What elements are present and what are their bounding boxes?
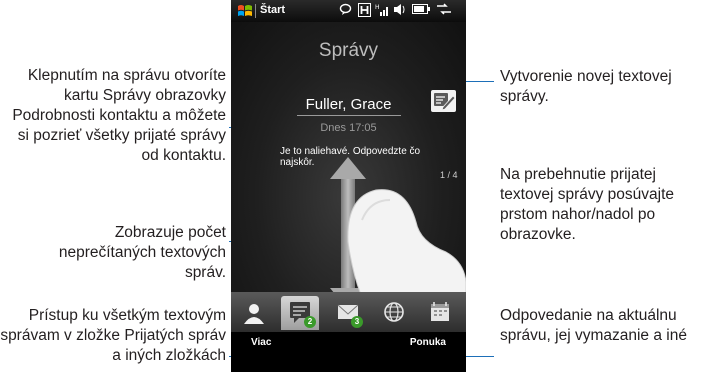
callout-inbox-access: Prístup ku všetkým textovým správam v zl…: [0, 307, 226, 364]
phone-screen: Štart H Správy Fuller, Grace Dnes 17:05 …: [231, 0, 466, 372]
contact-divider: [297, 115, 401, 116]
callout-scroll-messages: Na prebehnutie prijatej textovej správy …: [500, 166, 675, 243]
softkey-bar: Viac Ponuka: [231, 332, 466, 354]
h-data-icon: [358, 3, 371, 20]
callout-unread-count: Zobrazuje počet neprečítaných textových …: [58, 224, 226, 281]
softkey-more[interactable]: Viac: [251, 337, 271, 348]
tab-messages[interactable]: 2: [281, 296, 319, 330]
messages-screen: Správy Fuller, Grace Dnes 17:05 Je to na…: [231, 22, 466, 322]
globe-icon: [384, 302, 404, 322]
tab-contacts[interactable]: [235, 296, 273, 330]
scroll-arrow-up-icon: [330, 157, 366, 179]
tab-calendar[interactable]: [421, 296, 459, 330]
unread-badge: 2: [304, 316, 316, 328]
compose-message-button[interactable]: [431, 90, 456, 112]
connectivity-icon: [437, 3, 451, 18]
callout-new-message: Vytvorenie novej textovej správy.: [500, 68, 672, 105]
chat-icon: [339, 3, 352, 19]
callout-open-message: Klepnutím na správu otvoríte kartu Správ…: [12, 67, 226, 164]
calendar-icon: [431, 302, 449, 321]
tab-email[interactable]: 3: [329, 296, 367, 330]
volume-icon: [393, 3, 407, 19]
start-label[interactable]: Štart: [260, 4, 285, 16]
softkey-menu[interactable]: Ponuka: [410, 337, 446, 348]
svg-text:H: H: [375, 4, 380, 11]
message-counter: 1 / 4: [440, 170, 458, 180]
compose-icon: [434, 93, 456, 111]
email-badge: 3: [351, 316, 363, 328]
callout-reply-delete: Odpovedanie na aktuálnu správu, jej vyma…: [500, 307, 687, 344]
page-title: Správy: [318, 40, 379, 61]
person-icon: [244, 304, 264, 324]
windows-logo-icon[interactable]: [237, 3, 253, 19]
message-date: Dnes 17:05: [320, 122, 377, 134]
status-separator: [255, 4, 256, 18]
battery-icon: [412, 3, 430, 18]
status-bar: Štart H: [231, 0, 466, 22]
tab-bar: 2 3: [231, 292, 466, 332]
tab-internet[interactable]: [375, 296, 413, 330]
signal-icon: H: [375, 3, 389, 20]
